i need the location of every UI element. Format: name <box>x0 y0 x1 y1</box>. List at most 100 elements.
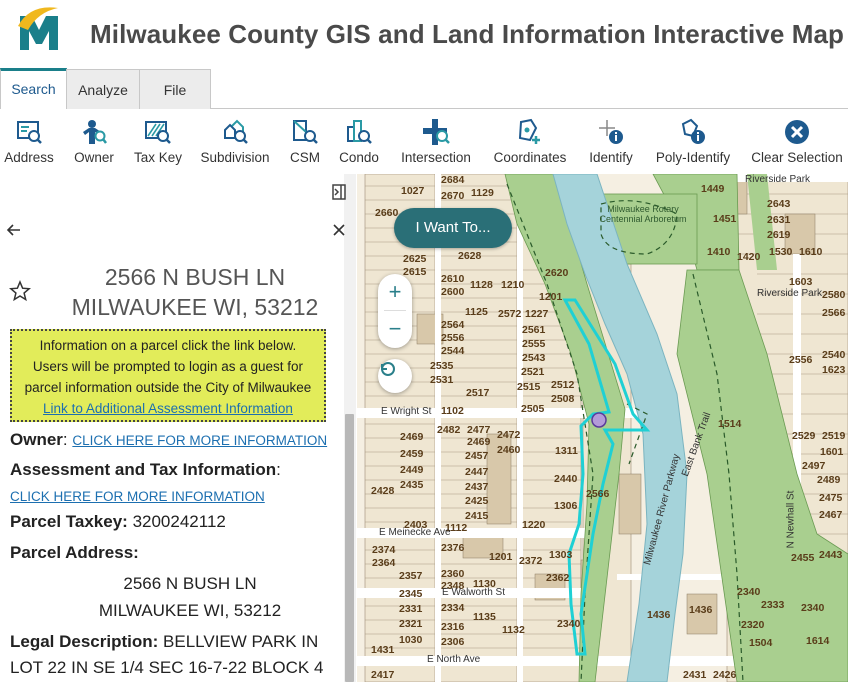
condo-button[interactable]: Condo <box>336 118 382 172</box>
identify-icon <box>599 120 623 144</box>
parcel-number: 2449 <box>400 464 424 476</box>
parcel-number: 2376 <box>441 542 465 554</box>
parcel-number: 2600 <box>441 286 465 298</box>
toolbar-label: Identify <box>589 150 633 165</box>
owner-button[interactable]: Owner <box>70 118 118 172</box>
parcel-number: 2580 <box>822 289 846 301</box>
legal-value-1: BELLVIEW PARK IN <box>163 632 319 651</box>
parcel-number: 2535 <box>430 360 454 372</box>
parcel-number: 2428 <box>371 485 395 497</box>
parcel-number: 2561 <box>522 324 546 336</box>
owner-info-link[interactable]: CLICK HERE FOR MORE INFORMATION <box>72 433 327 448</box>
parcel-number: 2320 <box>741 619 765 631</box>
parcel-number: 2316 <box>441 621 465 633</box>
address-line-2: MILWAUKEE WI, 53212 <box>71 294 319 320</box>
parcel-number: 1201 <box>539 291 563 303</box>
collapse-panel-icon[interactable] <box>330 183 348 201</box>
poly-identify-button[interactable]: Poly-Identify <box>650 118 736 172</box>
parcel-number: 2426 <box>713 669 737 681</box>
parcel-number: 1504 <box>749 637 773 649</box>
parcel-address-line-2: MILWAUKEE WI, 53212 <box>98 601 282 620</box>
parcel-number: 2477 <box>467 424 491 436</box>
back-arrow-icon[interactable] <box>6 222 22 238</box>
address-button[interactable]: Address <box>2 118 56 172</box>
tab-search[interactable]: Search <box>0 68 67 109</box>
parcel-number: 2334 <box>441 602 465 614</box>
parcel-number: 1306 <box>554 500 578 512</box>
parcel-number: 2362 <box>546 572 570 584</box>
parcel-number: 1125 <box>465 306 488 318</box>
parcel-number: 2555 <box>522 338 546 350</box>
map-view[interactable]: 1027 2684 1129 2660 2670 2628 2625 2615 … <box>357 174 848 682</box>
toolbar-label: CSM <box>290 150 320 165</box>
owner-row: Owner: CLICK HERE FOR MORE INFORMATION <box>10 430 328 449</box>
parcel-number: 1132 <box>502 624 525 636</box>
parcel-address-label: Parcel Address: <box>10 543 139 562</box>
parcel-number: 2620 <box>545 267 569 279</box>
parcel-number: 2684 <box>441 174 465 186</box>
parcel-number: 2519 <box>822 430 846 442</box>
parcel-number: 1201 <box>489 551 513 563</box>
taxkey-search-icon <box>145 121 171 144</box>
zoom-in-button[interactable]: + <box>378 274 412 310</box>
parcel-number: 1027 <box>401 185 425 197</box>
subdivision-button[interactable]: Subdivision <box>196 118 274 172</box>
parcel-number: 2619 <box>767 229 791 241</box>
parcel-number: 2475 <box>819 492 843 504</box>
tab-analyze[interactable]: Analyze <box>66 69 140 109</box>
parcel-number: 2306 <box>441 636 465 648</box>
subdivision-search-icon <box>224 119 248 144</box>
taxkey-value: 3200242112 <box>132 512 226 531</box>
parcel-number: 2440 <box>554 473 578 485</box>
parcel-number: 2467 <box>819 509 843 521</box>
parcel-number: 1436 <box>647 609 671 621</box>
parcel-number: 1623 <box>822 364 846 376</box>
parcel-number: 1030 <box>399 634 423 646</box>
parcel-number: 2459 <box>400 448 424 460</box>
panel-scrollbar-thumb[interactable] <box>345 414 354 682</box>
parcel-number: 1431 <box>371 644 395 656</box>
parcel-number: 2529 <box>792 430 816 442</box>
assessment-link[interactable]: Link to Additional Assessment Informatio… <box>43 401 293 416</box>
selected-location-marker <box>591 412 607 428</box>
i-want-to-button[interactable]: I Want To... <box>394 208 512 248</box>
parcel-number: 2357 <box>399 570 423 582</box>
taxkey-row: Parcel Taxkey: 3200242112 <box>10 512 226 532</box>
parcel-number: 2360 <box>441 568 465 580</box>
intersection-button[interactable]: Intersection <box>398 118 474 172</box>
csm-button[interactable]: CSM <box>286 118 324 172</box>
parcel-address-heading: 2566 N BUSH LN MILWAUKEE WI, 53212 <box>50 262 340 322</box>
parcel-number: 1530 <box>769 246 793 258</box>
rotate-reset-button[interactable] <box>378 359 412 393</box>
street-label: Riverside Park <box>745 174 811 185</box>
tab-file[interactable]: File <box>139 69 211 109</box>
parcel-details-panel: 2566 N BUSH LN MILWAUKEE WI, 53212 Infor… <box>0 174 357 682</box>
toolbar-label: Tax Key <box>133 150 183 165</box>
parcel-number: 1227 <box>525 308 549 320</box>
legal-description-row: Legal Description: BELLVIEW PARK IN <box>10 632 318 652</box>
clear-selection-button[interactable]: Clear Selection <box>750 118 844 172</box>
parcel-number: 2321 <box>399 618 423 630</box>
toolbar-label: Poly-Identify <box>655 150 731 165</box>
parcel-number: 2540 <box>822 349 846 361</box>
coordinates-button[interactable]: Coordinates <box>490 118 570 172</box>
close-icon[interactable] <box>331 222 347 238</box>
toolbar-label: Coordinates <box>493 150 567 165</box>
clear-selection-icon <box>785 120 809 144</box>
favorite-star-icon[interactable] <box>9 280 31 302</box>
assessment-info-link[interactable]: CLICK HERE FOR MORE INFORMATION <box>10 489 265 504</box>
parcel-number: 1601 <box>820 446 844 458</box>
parcel-number: 2340 <box>557 618 581 630</box>
parcel-number: 1303 <box>549 549 573 561</box>
assessment-notice: Information on a parcel click the link b… <box>10 329 326 422</box>
parcel-number: 2643 <box>767 198 791 210</box>
parcel-number: 2460 <box>497 444 521 456</box>
parcel-number: 2472 <box>497 429 521 441</box>
parcel-number: 2517 <box>466 387 490 399</box>
taxkey-button[interactable]: Tax Key <box>132 118 184 172</box>
intersection-search-icon <box>423 119 450 145</box>
identify-button[interactable]: Identify <box>584 118 638 172</box>
zoom-out-button[interactable]: − <box>378 311 412 347</box>
parcel-number: 2333 <box>761 599 785 611</box>
parcel-number: 2340 <box>737 586 761 598</box>
